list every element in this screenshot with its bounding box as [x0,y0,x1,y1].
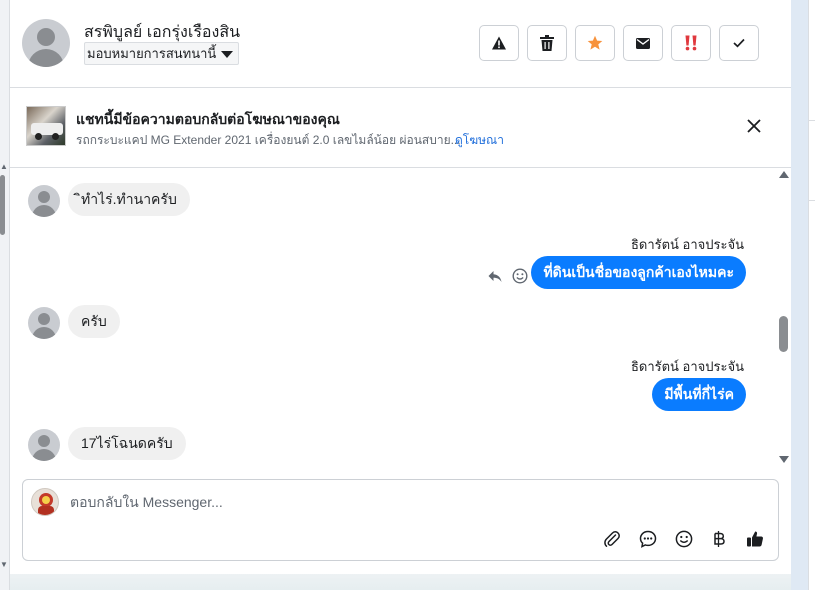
close-icon[interactable] [746,118,762,134]
trash-icon [540,35,554,51]
conversation-header: สรพิบูลย์ เอกรุ่งเรืองสิน มอบหมายการสนทน… [10,0,791,88]
saved-reply-icon [639,530,657,548]
react-emoji-icon[interactable] [512,268,528,284]
warning-icon [492,36,506,50]
ad-banner-title: แชทนี้มีข้อความตอบกลับต่อโฆษณาของคุณ [76,111,340,127]
follow-up-button[interactable] [671,25,711,61]
checkmark-icon [733,38,745,48]
contact-avatar[interactable] [22,19,70,67]
left-scroll-down-arrow[interactable]: ▼ [0,560,8,569]
right-panel-divider [808,120,815,121]
envelope-icon [636,37,650,49]
left-panel-edge [0,0,10,590]
reply-input[interactable] [70,494,730,510]
ad-description: รถกระบะแคป MG Extender 2021 เครื่องยนต์ … [76,133,461,147]
scroll-down-arrow-icon[interactable] [779,456,789,463]
assign-label: มอบหมายการสนทนานี้ [87,46,217,61]
delete-button[interactable] [527,25,567,61]
ad-reply-banner: แชทนี้มีข้อความตอบกลับต่อโฆษณาของคุณ รถก… [10,88,791,168]
like-button[interactable] [744,528,766,550]
contact-avatar-small [28,307,60,339]
contact-avatar-small [28,185,60,217]
outgoing-message[interactable]: มีพื้นที่กี่ไร่ค [652,378,746,411]
incoming-message[interactable]: ิทำไร่.ทำนาครับ [68,183,190,216]
done-button[interactable] [719,25,759,61]
ad-thumbnail[interactable] [26,106,66,146]
conversation-panel: สรพิบูลย์ เอกรุ่งเรืองสิน มอบหมายการสนทน… [10,0,791,574]
payment-button[interactable] [708,528,730,550]
incoming-message[interactable]: 17ไร่โฉนดครับ [68,427,186,460]
baht-payment-icon [714,531,725,547]
page-avatar [31,488,59,516]
outgoing-message[interactable]: ที่ดินเป็นชื่อของลูกค้าเองไหมคะ [531,256,746,289]
double-exclamation-icon [685,35,697,51]
reply-icon[interactable] [487,268,503,284]
emoji-icon [675,530,693,548]
bottom-background [10,572,791,590]
contact-avatar-small [28,429,60,461]
message-composer [22,479,779,561]
star-button[interactable] [575,25,615,61]
saved-replies-button[interactable] [637,528,659,550]
view-ad-link[interactable]: ดูโฆษณา [455,131,504,150]
sender-name: ธิดารัตน์ อาจประจัน [630,359,744,374]
scrollbar-thumb[interactable] [779,316,788,352]
thumbs-up-icon [747,531,763,547]
assign-conversation-dropdown[interactable]: มอบหมายการสนทนานี้ [84,42,240,65]
attach-button[interactable] [601,528,623,550]
thread-scrollbar[interactable] [776,168,791,466]
right-panel-divider [808,200,815,201]
message-thread: ิทำไร่.ทำนาครับ ธิดารัตน์ อาจประจัน ที่ด… [10,168,791,466]
spam-button[interactable] [479,25,519,61]
attachment-icon [604,531,620,547]
left-scrollbar-thumb[interactable] [0,175,5,235]
left-scroll-up-arrow[interactable]: ▲ [0,162,8,171]
star-icon [587,35,603,50]
emoji-button[interactable] [673,528,695,550]
scroll-up-arrow-icon[interactable] [779,171,789,178]
right-panel-edge [808,0,815,590]
caret-down-icon [221,51,234,58]
sender-name: ธิดารัตน์ อาจประจัน [630,237,744,252]
mark-unread-button[interactable] [623,25,663,61]
incoming-message[interactable]: ครับ [68,305,120,338]
